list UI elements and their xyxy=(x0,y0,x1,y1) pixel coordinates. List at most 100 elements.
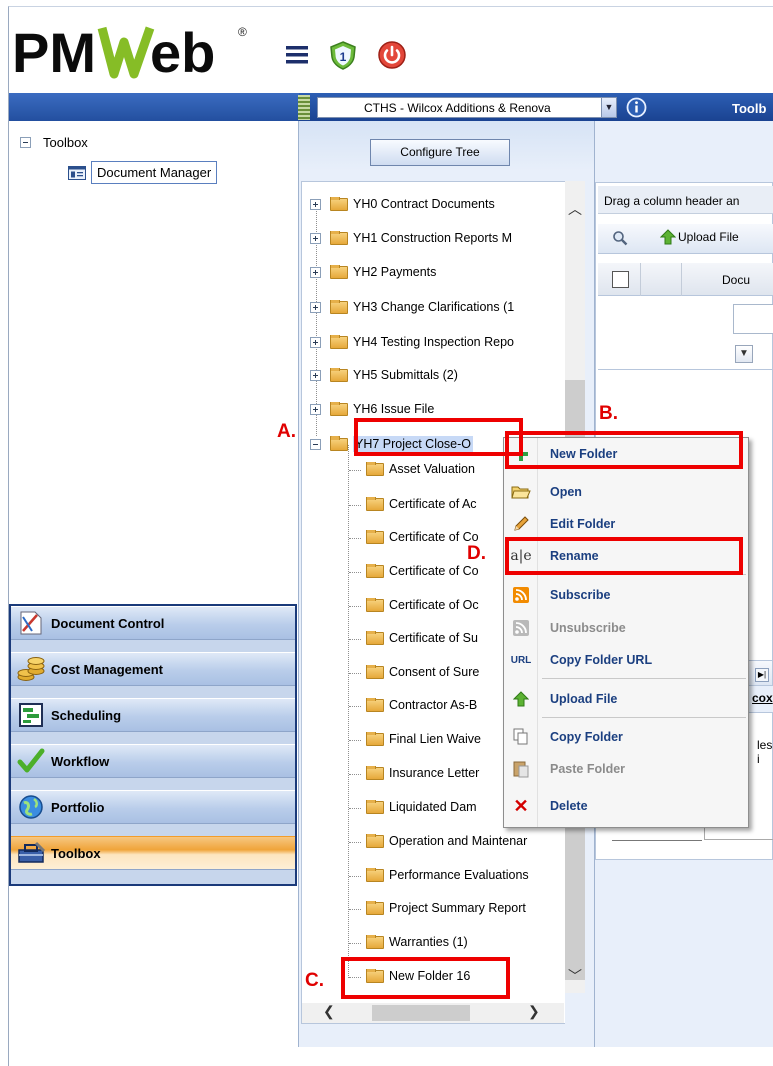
folder-icon xyxy=(330,402,348,416)
folder-icon xyxy=(366,530,384,544)
nav-label: Document Control xyxy=(51,615,165,631)
tree-connector xyxy=(349,639,361,640)
folder-icon xyxy=(366,800,384,814)
tree-connector xyxy=(349,774,361,775)
search-icon[interactable] xyxy=(612,230,628,249)
tree-connector xyxy=(349,505,361,506)
select-all-checkbox[interactable] xyxy=(612,271,629,288)
tree-connector xyxy=(349,572,361,573)
nav-label: Scheduling xyxy=(51,707,122,723)
menu-item-label: Unsubscribe xyxy=(550,621,626,635)
menu-item-label: Open xyxy=(550,485,582,499)
collapse-icon[interactable] xyxy=(310,438,321,450)
tree-root-toolbox[interactable]: Toolbox xyxy=(20,135,88,150)
subfolder-node[interactable]: Project Summary Report xyxy=(366,901,565,915)
menu-item-paste-folder[interactable]: Paste Folder xyxy=(504,756,748,782)
subfolder-label: Consent of Sure xyxy=(389,665,480,679)
subfolder-label: Performance Evaluations xyxy=(389,868,529,882)
logo-w-mark xyxy=(97,26,155,79)
logo-text-eb: eb xyxy=(150,21,215,84)
nav-cost-management[interactable]: Cost Management xyxy=(11,652,295,686)
menu-item-unsubscribe[interactable]: Unsubscribe xyxy=(504,615,748,641)
folder-node[interactable]: YH5 Submittals (2) xyxy=(310,368,560,382)
tab-toolbox[interactable]: Toolb xyxy=(732,101,766,116)
menu-item-label: Upload File xyxy=(550,692,618,706)
menu-item-edit-folder[interactable]: Edit Folder xyxy=(504,511,748,537)
folder-node[interactable]: YH1 Construction Reports M xyxy=(310,231,560,245)
menu-item-copy-folder-url[interactable]: URL Copy Folder URL xyxy=(504,647,748,673)
pencil-icon xyxy=(504,511,538,537)
shield-badge-icon[interactable]: 1 xyxy=(328,40,358,70)
menu-item-copy-folder[interactable]: Copy Folder xyxy=(504,724,748,750)
scroll-right-icon[interactable]: ❯ xyxy=(528,1003,540,1020)
folder-node[interactable]: YH2 Payments xyxy=(310,265,560,279)
group-by-hint[interactable]: Drag a column header an xyxy=(598,186,773,214)
subfolder-label: Certificate of Su xyxy=(389,631,478,645)
tree-connector xyxy=(349,876,361,877)
annotation-box-d xyxy=(505,537,743,575)
nav-toolbox[interactable]: Toolbox xyxy=(11,836,295,870)
folder-icon xyxy=(366,935,384,949)
logo-registered-mark: ® xyxy=(238,25,247,39)
menu-item-subscribe[interactable]: Subscribe xyxy=(504,582,748,608)
nav-scheduling[interactable]: Scheduling xyxy=(11,698,295,732)
globe-icon xyxy=(11,791,51,823)
folder-icon xyxy=(366,462,384,476)
folder-label: YH6 Issue File xyxy=(353,402,435,416)
nav-portfolio[interactable]: Portfolio xyxy=(11,790,295,824)
subfolder-node[interactable]: Warranties (1) xyxy=(366,935,565,949)
expand-icon[interactable] xyxy=(310,232,321,244)
annotation-box-c xyxy=(341,957,510,999)
expand-icon[interactable] xyxy=(310,266,321,278)
expand-icon[interactable] xyxy=(310,198,321,210)
expand-icon[interactable] xyxy=(310,369,321,381)
collapse-icon[interactable] xyxy=(20,137,31,148)
project-select[interactable]: CTHS - Wilcox Additions & Renova xyxy=(317,97,603,118)
upload-file-button[interactable]: Upload File xyxy=(660,229,739,245)
column-filter-input[interactable] xyxy=(733,304,773,334)
nav-document-control[interactable]: Document Control xyxy=(11,606,295,640)
subfolder-label: Certificate of Oc xyxy=(389,598,479,612)
menu-item-delete[interactable]: ✕ Delete xyxy=(504,793,748,819)
url-icon: URL xyxy=(510,654,532,666)
hamburger-menu-icon[interactable] xyxy=(283,40,313,70)
open-folder-icon xyxy=(504,479,538,505)
folder-node[interactable]: YH0 Contract Documents xyxy=(310,197,560,211)
upload-arrow-icon xyxy=(660,229,676,245)
info-icon[interactable] xyxy=(626,97,647,118)
folder-label: YH4 Testing Inspection Repo xyxy=(353,335,514,349)
scroll-left-icon[interactable]: ❮ xyxy=(323,1003,335,1020)
tree-node-document-manager[interactable]: Document Manager xyxy=(68,161,218,184)
folder-node[interactable]: YH6 Issue File xyxy=(310,402,560,416)
upload-arrow-icon xyxy=(504,686,538,712)
scroll-up-icon[interactable]: ︿ xyxy=(565,200,585,218)
menu-item-upload-file[interactable]: Upload File xyxy=(504,686,748,712)
expand-icon[interactable] xyxy=(310,336,321,348)
subfolder-label: Project Summary Report xyxy=(389,901,526,915)
grid-column-document[interactable]: Docu xyxy=(722,273,750,287)
nav-label: Toolbox xyxy=(51,845,101,861)
folder-icon xyxy=(330,300,348,314)
folder-icon xyxy=(366,834,384,848)
document-manager-label: Document Manager xyxy=(91,161,218,184)
subfolder-node[interactable]: Performance Evaluations xyxy=(366,868,565,882)
folder-node[interactable]: YH3 Change Clarifications (1 xyxy=(310,300,560,314)
chevron-down-icon[interactable]: ▼ xyxy=(601,97,617,118)
nav-workflow[interactable]: Workflow xyxy=(11,744,295,778)
filter-icon[interactable]: ▼ xyxy=(735,345,753,363)
folder-icon xyxy=(366,564,384,578)
folder-node[interactable]: YH4 Testing Inspection Repo xyxy=(310,335,560,349)
pane-splitter-handle[interactable] xyxy=(298,95,310,120)
copy-icon xyxy=(504,724,538,750)
expand-icon[interactable] xyxy=(310,301,321,313)
expand-icon[interactable] xyxy=(310,403,321,415)
configure-tree-button[interactable]: Configure Tree xyxy=(370,139,510,166)
pager-last-page-icon[interactable]: ▶| xyxy=(755,668,769,682)
menu-item-open[interactable]: Open xyxy=(504,479,748,505)
power-icon[interactable] xyxy=(377,40,407,70)
scroll-down-icon[interactable]: ﹀ xyxy=(565,966,585,988)
subfolder-node[interactable]: Operation and Maintenar xyxy=(366,834,565,848)
left-tree-pane xyxy=(9,121,298,1061)
folder-label: YH0 Contract Documents xyxy=(353,197,495,211)
horizontal-scroll-thumb[interactable] xyxy=(372,1005,470,1021)
